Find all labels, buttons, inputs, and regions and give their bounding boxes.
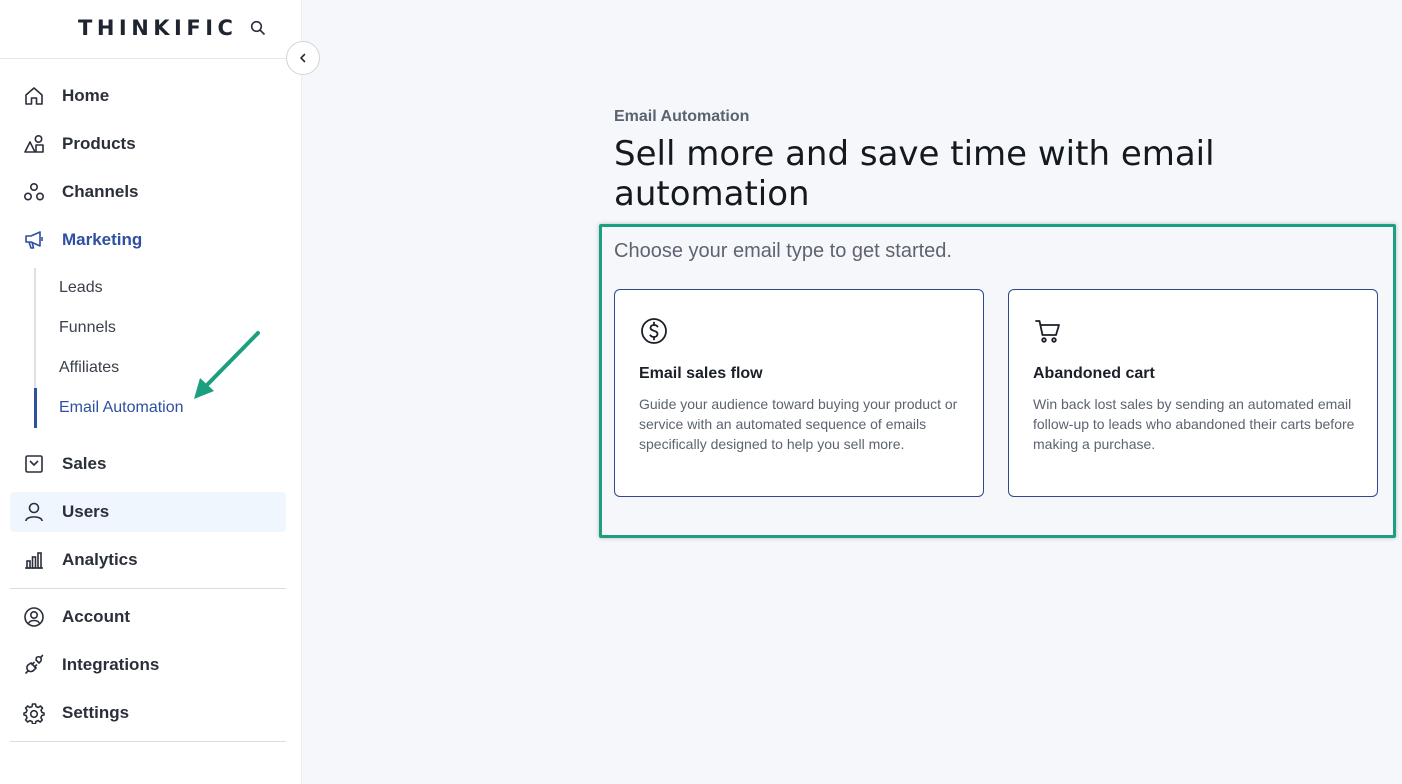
card-title: Email sales flow <box>639 365 763 382</box>
account-icon <box>22 606 46 628</box>
gear-icon <box>22 702 46 724</box>
nav-item-analytics[interactable]: Analytics <box>10 540 286 580</box>
sidebar-header: THINKIFIC <box>0 0 301 59</box>
subnav-item-leads[interactable]: Leads <box>59 279 103 297</box>
products-icon <box>22 133 46 155</box>
subnav-item-funnels[interactable]: Funnels <box>59 319 116 337</box>
plug-icon <box>22 654 46 676</box>
nav-label-home: Home <box>62 86 110 105</box>
nav-item-account[interactable]: Account <box>10 597 286 637</box>
abandoned-cart-card[interactable]: Abandoned cart Win back lost sales by se… <box>1008 289 1378 497</box>
cart-icon <box>1033 316 1063 346</box>
analytics-icon <box>22 549 46 571</box>
nav-label-products: Products <box>62 134 136 153</box>
sidebar-divider-bottom <box>10 741 286 742</box>
page-eyebrow: Email Automation <box>614 108 750 125</box>
search-icon <box>250 20 266 36</box>
card-description: Guide your audience toward buying your p… <box>639 396 958 452</box>
page-title: Sell more and save time with email autom… <box>614 134 1215 214</box>
nav-label-account: Account <box>62 607 130 626</box>
user-icon <box>22 501 46 523</box>
sidebar-divider <box>10 588 286 589</box>
sidebar: THINKIFIC Home Products Channels Marketi… <box>0 0 302 784</box>
nav-item-users[interactable]: Users <box>10 492 286 532</box>
nav-item-integrations[interactable]: Integrations <box>10 645 286 685</box>
nav-label-users: Users <box>62 502 110 521</box>
collapse-sidebar-button[interactable] <box>286 41 320 75</box>
nav-label-analytics: Analytics <box>62 550 138 569</box>
page-subtitle: Choose your email type to get started. <box>614 240 952 262</box>
subnav-item-email-automation[interactable]: Email Automation <box>59 399 184 417</box>
nav-label-integrations: Integrations <box>62 655 160 674</box>
nav-label-sales: Sales <box>62 454 107 473</box>
search-button[interactable] <box>247 17 269 39</box>
card-title: Abandoned cart <box>1033 365 1155 382</box>
nav-label-marketing: Marketing <box>62 230 143 249</box>
subnav-item-affiliates[interactable]: Affiliates <box>59 359 119 377</box>
nav-item-channels[interactable]: Channels <box>10 172 286 212</box>
nav-label-channels: Channels <box>62 182 139 201</box>
chevron-left-icon <box>300 53 306 63</box>
nav-item-settings[interactable]: Settings <box>10 693 286 733</box>
submenu-active-indicator <box>34 388 37 428</box>
nav-item-products[interactable]: Products <box>10 124 286 164</box>
channels-icon <box>22 181 46 203</box>
nav-label-settings: Settings <box>62 703 130 722</box>
email-sales-flow-card[interactable]: Email sales flow Guide your audience tow… <box>614 289 984 497</box>
main-content: Email Automation Sell more and save time… <box>303 0 1402 784</box>
home-icon <box>22 85 46 107</box>
annotation-arrow <box>194 331 260 399</box>
dollar-circle-icon <box>639 316 669 346</box>
card-description: Win back lost sales by sending an automa… <box>1033 396 1355 452</box>
nav-item-home[interactable]: Home <box>10 76 286 116</box>
nav-item-marketing[interactable]: Marketing <box>10 220 286 260</box>
nav-item-sales[interactable]: Sales <box>10 444 286 484</box>
sales-icon <box>22 453 46 475</box>
thinkific-logo[interactable]: THINKIFIC <box>78 16 237 40</box>
megaphone-icon <box>22 229 46 251</box>
